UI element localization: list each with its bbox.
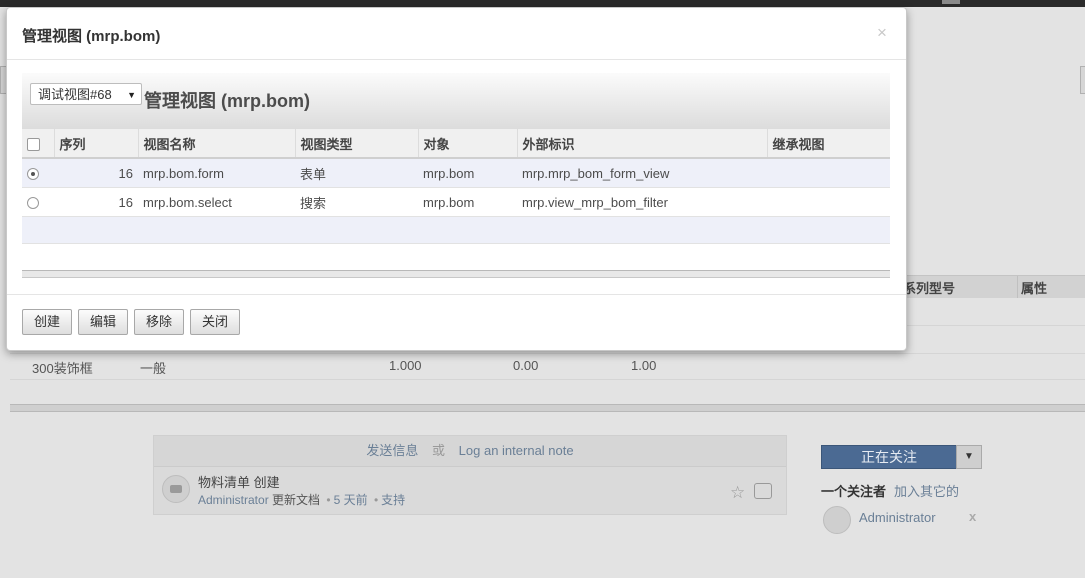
cell-view-type: 表单	[295, 158, 418, 188]
table-row[interactable]: 16 mrp.bom.select 搜索 mrp.bom mrp.view_mr…	[22, 187, 890, 217]
thumbs-up-icon[interactable]	[754, 483, 772, 499]
cell-view-type: 搜索	[295, 187, 418, 217]
view-header: 调试视图#68 ▼ 管理视图 (mrp.bom)	[22, 73, 890, 130]
top-navbar	[0, 0, 1085, 7]
send-message-link[interactable]: 发送信息	[366, 443, 418, 458]
cell-view-name: mrp.bom.form	[138, 158, 295, 188]
following-button[interactable]: 正在关注	[821, 445, 957, 469]
message-time: 5 天前	[333, 493, 368, 507]
cell-view-name: mrp.bom.select	[138, 187, 295, 217]
table-row[interactable]: 300装饰框 一般 1.000 0.00 1.00	[10, 351, 1085, 380]
create-button[interactable]: 创建	[22, 309, 73, 335]
message-title: 物料清单 创建	[198, 475, 280, 490]
message-action: 更新文档	[272, 493, 321, 507]
table-footer	[10, 404, 1085, 412]
column-header-model[interactable]: 对象	[418, 129, 518, 159]
follower-name[interactable]: Administrator	[859, 510, 936, 525]
dialog-title: 管理视图 (mrp.bom)	[22, 28, 161, 45]
cell-qty: 1.000	[389, 358, 422, 373]
remove-follower-button[interactable]: x	[969, 509, 976, 524]
navbar-item[interactable]	[942, 0, 960, 4]
cell-value: 1.00	[631, 358, 657, 373]
background-control	[1080, 66, 1085, 94]
chatter-message: 物料清单 创建 Administrator 更新文档 • 5 天前 • 支持 ☆	[154, 467, 786, 513]
cell-sequence: 16	[54, 158, 138, 188]
column-header-inherit-view[interactable]: 继承视图	[767, 129, 890, 159]
cell-model: mrp.bom	[418, 187, 517, 217]
or-label: 或	[432, 443, 446, 458]
table-row[interactable]: 16 mrp.bom.form 表单 mrp.bom mrp.mrp_bom_f…	[22, 158, 890, 188]
camera-icon	[162, 475, 190, 503]
remove-button[interactable]: 移除	[134, 309, 185, 335]
chevron-down-icon[interactable]: ▼	[956, 445, 982, 469]
column-header-series: 系列型号	[903, 281, 956, 296]
avatar	[823, 506, 851, 534]
select-all-checkbox[interactable]	[22, 129, 55, 159]
empty-row	[22, 216, 890, 244]
star-icon[interactable]: ☆	[730, 483, 745, 503]
log-note-link[interactable]: Log an internal note	[459, 443, 574, 458]
cell-inherit-view	[767, 187, 890, 217]
message-meta: Administrator 更新文档 • 5 天前 • 支持	[198, 493, 406, 507]
chatter: 发送信息 或 Log an internal note 物料清单 创建 Admi…	[153, 435, 787, 515]
cell-external-id: mrp.mrp_bom_form_view	[517, 158, 767, 188]
cell-value: 0.00	[513, 358, 539, 373]
table-header-row: 序列 视图名称 视图类型 对象 外部标识 继承视图	[22, 129, 890, 159]
column-header-sequence[interactable]: 序列	[54, 129, 139, 159]
cell-type: 一般	[140, 361, 167, 376]
views-table: 序列 视图名称 视图类型 对象 外部标识 继承视图 16 mrp.bom.for…	[22, 129, 890, 244]
close-icon[interactable]: ×	[877, 23, 887, 43]
select-value: 调试视图#68	[38, 87, 112, 102]
row-radio[interactable]	[22, 187, 54, 217]
debug-view-select[interactable]: 调试视图#68 ▼	[30, 83, 142, 105]
table-footer	[22, 270, 890, 278]
column-header-view-name[interactable]: 视图名称	[138, 129, 296, 159]
column-header-view-type[interactable]: 视图类型	[295, 129, 419, 159]
dialog-header: 管理视图 (mrp.bom) ×	[7, 8, 906, 60]
followers-count: 一个关注者	[821, 484, 887, 499]
close-button[interactable]: 关闭	[190, 309, 241, 335]
cell-sequence: 16	[54, 187, 138, 217]
chevron-down-icon: ▼	[127, 90, 136, 100]
column-header-external-id[interactable]: 外部标识	[517, 129, 768, 159]
view-title: 管理视图 (mrp.bom)	[144, 91, 310, 111]
cell-model: mrp.bom	[418, 158, 517, 188]
row-radio[interactable]	[22, 158, 54, 188]
cell-inherit-view	[767, 158, 890, 188]
cell-product: 300装饰框	[32, 361, 93, 376]
edit-button[interactable]: 编辑	[78, 309, 129, 335]
manage-views-dialog: 管理视图 (mrp.bom) × 调试视图#68 ▼ 管理视图 (mrp.bom…	[6, 7, 907, 351]
column-header-attribute: 属性	[1021, 281, 1048, 296]
support-link[interactable]: 支持	[381, 493, 405, 507]
dialog-footer: 创建 编辑 移除 关闭	[7, 294, 906, 351]
cell-external-id: mrp.view_mrp_bom_filter	[517, 187, 767, 217]
chatter-tabs: 发送信息 或 Log an internal note	[154, 436, 786, 467]
add-followers-link[interactable]: 加入其它的	[894, 481, 959, 500]
message-author[interactable]: Administrator	[198, 493, 269, 507]
